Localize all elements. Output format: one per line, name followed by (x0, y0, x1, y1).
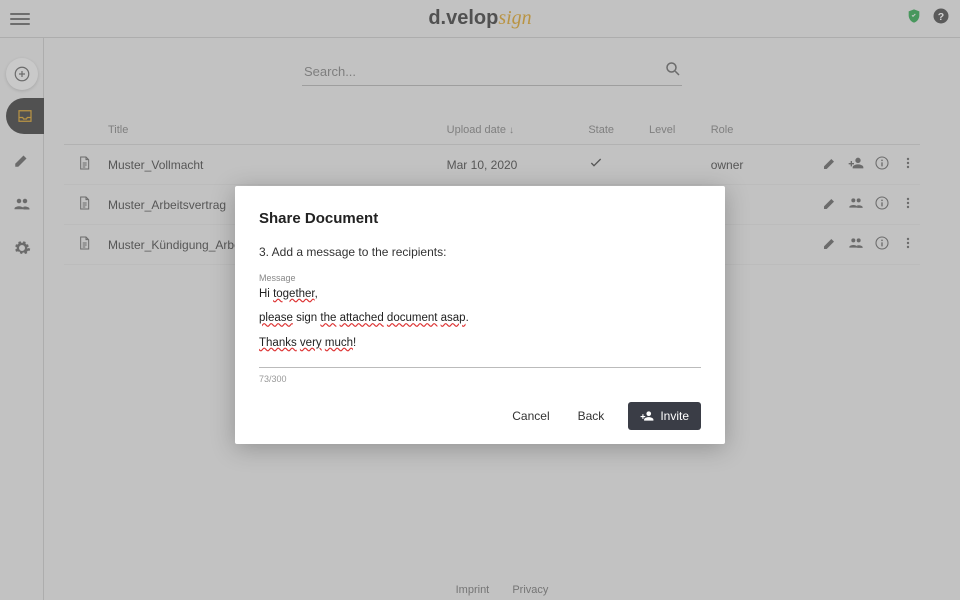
message-body[interactable]: Hi together, please sign the attached do… (259, 285, 701, 352)
person-add-icon (640, 409, 654, 423)
share-document-modal: Share Document 3. Add a message to the r… (235, 186, 725, 444)
message-label: Message (259, 273, 701, 283)
invite-button[interactable]: Invite (628, 402, 701, 430)
char-counter: 73/300 (259, 374, 701, 384)
modal-backdrop[interactable]: Share Document 3. Add a message to the r… (0, 0, 960, 600)
cancel-button[interactable]: Cancel (508, 403, 553, 429)
modal-title: Share Document (259, 210, 701, 227)
back-button[interactable]: Back (574, 403, 609, 429)
modal-step-label: 3. Add a message to the recipients: (259, 245, 701, 259)
message-field[interactable]: Message Hi together, please sign the att… (259, 273, 701, 368)
